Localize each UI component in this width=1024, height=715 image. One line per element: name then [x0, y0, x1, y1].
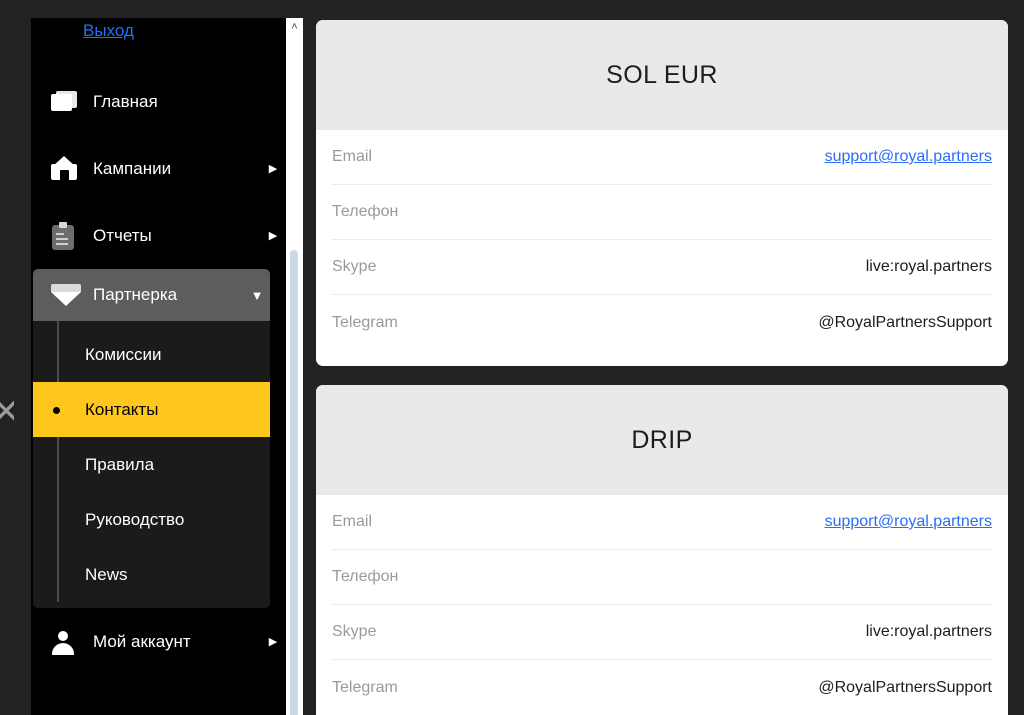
sidebar-item-reports[interactable]: Отчеты ▶ [31, 202, 286, 269]
clipboard-icon [51, 221, 93, 250]
sidebar-item-label: Мой аккаунт [93, 631, 191, 651]
sidebar-item-label: Контакты [85, 399, 159, 419]
email-link[interactable]: support@royal.partners [825, 513, 992, 530]
sidebar-item-label: Главная [93, 91, 158, 111]
sidebar-item-campaigns[interactable]: Кампании ▶ [31, 135, 286, 202]
chevron-right-icon[interactable]: ▶ [260, 229, 286, 242]
row-label: Telegram [332, 678, 398, 696]
sidebar-item-commissions[interactable]: Комиссии [33, 327, 270, 382]
sidebar-item-label: Комиссии [85, 344, 162, 364]
card-body: Email support@royal.partners Телефон Sky… [316, 495, 1008, 715]
row-value: support@royal.partners [825, 148, 992, 166]
sidebar: Кошелек Выход Главная Кампании ▶ Отчеты … [31, 18, 286, 715]
table-row: Телефон [332, 185, 992, 240]
home-icon [51, 155, 93, 181]
row-value: support@royal.partners [825, 513, 992, 531]
close-icon[interactable]: ✕ [0, 392, 14, 432]
table-row: Skype live:royal.partners [332, 605, 992, 660]
row-value: @RoyalPartnersSupport [818, 678, 992, 696]
row-value: live:royal.partners [865, 623, 992, 640]
contact-card-sol-eur: SOL EUR Email support@royal.partners Тел… [316, 20, 1008, 366]
row-label: Email [332, 148, 373, 165]
windows-icon [51, 90, 93, 113]
chevron-down-icon[interactable]: ▼ [244, 288, 270, 303]
card-title: SOL EUR [606, 60, 718, 89]
card-header: SOL EUR [316, 20, 1008, 130]
table-row: Email support@royal.partners [332, 495, 992, 550]
sidebar-item-my-account[interactable]: Мой аккаунт ▶ [31, 608, 286, 675]
contact-card-drip: DRIP Email support@royal.partners Телефо… [316, 385, 1008, 715]
row-label: Телефон [332, 568, 399, 585]
row-label: Skype [332, 623, 377, 640]
sidebar-submenu-partners: Комиссии Контакты Правила Руководство Ne… [33, 321, 270, 608]
sidebar-item-contacts[interactable]: Контакты [33, 382, 270, 437]
logout-link[interactable]: Выход [83, 18, 286, 44]
table-row: Email support@royal.partners [332, 130, 992, 185]
main-content: SOL EUR Email support@royal.partners Тел… [316, 0, 1024, 715]
sidebar-scrollbar[interactable]: ˄ [286, 18, 303, 715]
scroll-up-arrow-icon[interactable]: ˄ [286, 20, 303, 34]
chevron-right-icon[interactable]: ▶ [260, 162, 286, 175]
sidebar-item-label: News [85, 564, 128, 584]
row-value: @RoyalPartnersSupport [818, 313, 992, 331]
sidebar-item-home[interactable]: Главная [31, 68, 286, 135]
row-label: Телефон [332, 203, 399, 220]
sidebar-group-label: Партнерка [93, 285, 178, 304]
sidebar-item-news[interactable]: News [33, 547, 270, 602]
chevron-right-icon[interactable]: ▶ [260, 635, 286, 648]
sidebar-top-links: Кошелек Выход [31, 18, 286, 44]
sidebar-item-label: Отчеты [93, 225, 152, 245]
card-body: Email support@royal.partners Телефон Sky… [316, 130, 1008, 350]
sidebar-item-label: Правила [85, 454, 155, 474]
row-label: Telegram [332, 313, 398, 331]
sidebar-item-rules[interactable]: Правила [33, 437, 270, 492]
card-title: DRIP [631, 425, 693, 454]
row-value: live:royal.partners [865, 258, 992, 275]
sidebar-item-guide[interactable]: Руководство [33, 492, 270, 547]
sidebar-nav: Главная Кампании ▶ Отчеты ▶ Партнерка ▼ [31, 68, 286, 675]
table-row: Skype live:royal.partners [332, 240, 992, 295]
card-footer-spacer [316, 350, 1008, 366]
row-label: Skype [332, 258, 377, 275]
row-label: Email [332, 513, 373, 530]
sidebar-item-label: Кампании [93, 158, 172, 178]
email-link[interactable]: support@royal.partners [825, 148, 992, 165]
bullet-icon [53, 406, 60, 414]
app-root: ✕ Кошелек Выход Главная Кампании ▶ Отчет… [0, 0, 1024, 715]
diamond-icon [51, 284, 93, 306]
table-row: Telegram @RoyalPartnersSupport [332, 295, 992, 350]
card-header: DRIP [316, 385, 1008, 495]
table-row: Telegram @RoyalPartnersSupport [332, 660, 992, 715]
scrollbar-thumb[interactable] [290, 250, 298, 715]
sidebar-group-partners[interactable]: Партнерка ▼ [33, 269, 270, 321]
sidebar-item-label: Руководство [85, 509, 185, 529]
person-icon [51, 630, 93, 655]
table-row: Телефон [332, 550, 992, 605]
